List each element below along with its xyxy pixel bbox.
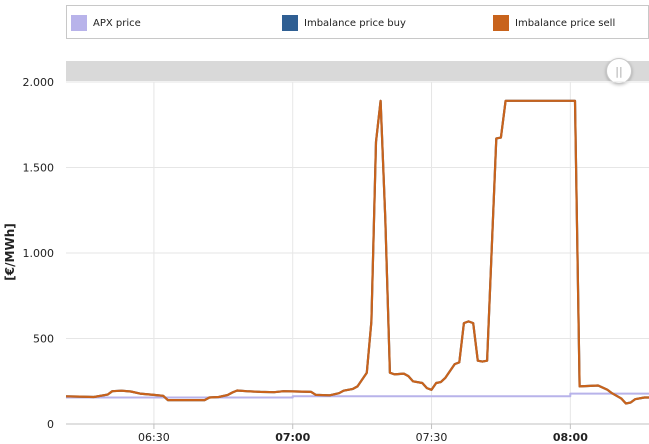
y-tick-label: 1.000 bbox=[23, 247, 55, 260]
grid-lines bbox=[66, 81, 649, 424]
y-tick-label: 2.000 bbox=[23, 76, 55, 89]
y-tick-label: 500 bbox=[33, 333, 54, 346]
y-axis-label: [€/MWh] bbox=[3, 223, 17, 280]
line-chart: 0 500 1.000 1.500 2.000 06:30 07:00 07:30 08:00… bbox=[3, 76, 649, 444]
x-tick-label: 08:00 bbox=[553, 431, 588, 444]
x-axis-ticks: 06:30 07:00 07:30 08:00 bbox=[138, 424, 588, 444]
y-tick-label: 1.500 bbox=[23, 162, 55, 175]
y-tick-label: 0 bbox=[47, 418, 54, 431]
x-tick-label: 07:30 bbox=[416, 431, 448, 444]
x-tick-label: 07:00 bbox=[275, 431, 310, 444]
y-axis-ticks: 0 500 1.000 1.500 2.000 bbox=[23, 76, 55, 431]
x-tick-label: 06:30 bbox=[138, 431, 170, 444]
